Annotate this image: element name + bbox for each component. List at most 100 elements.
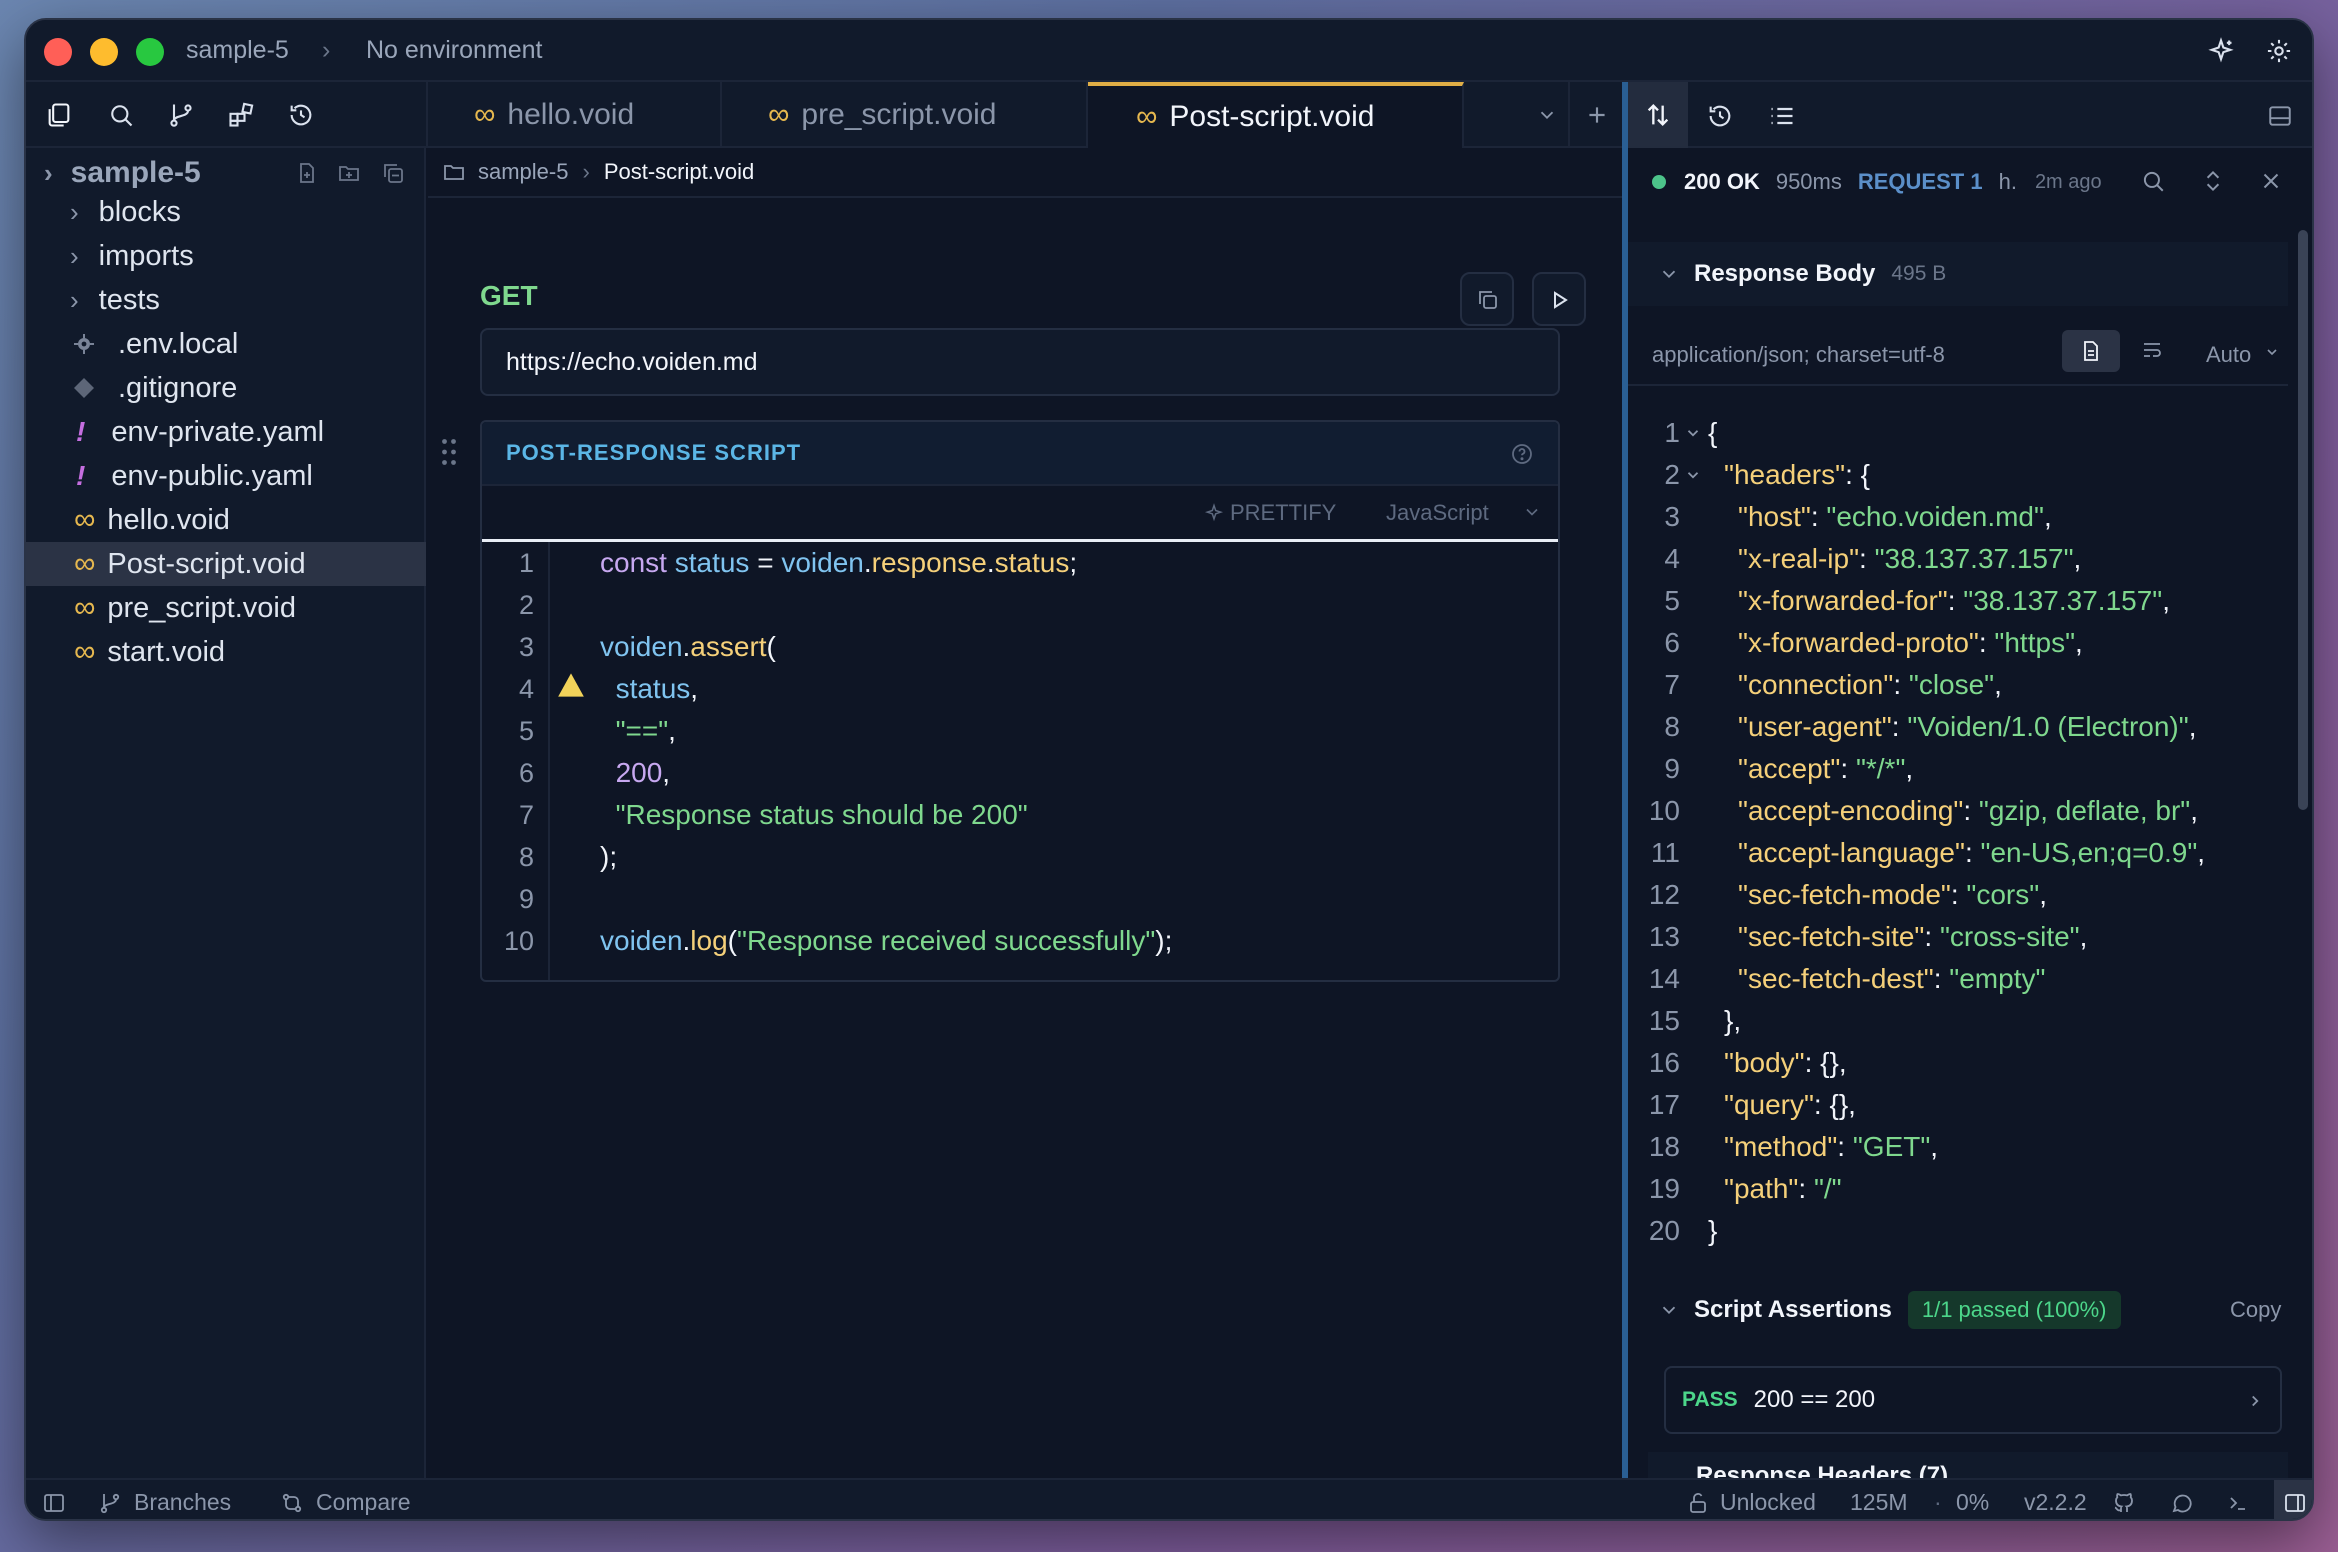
code-area[interactable]: const status = voiden.response.status; v… [482, 542, 1558, 980]
tab-pre-script-void[interactable]: ∞ pre_script.void [722, 82, 1088, 148]
github-icon[interactable] [2112, 1480, 2136, 1519]
sparkle-icon[interactable] [2204, 34, 2238, 68]
history-icon[interactable] [1700, 96, 1740, 136]
line-number: 11 [1650, 837, 1680, 868]
tree-item-label: .env.local [118, 327, 239, 360]
tree-folder-blocks[interactable]: › blocks [26, 190, 426, 234]
breadcrumb-file[interactable]: Post-script.void [604, 159, 754, 185]
tree-file-post-script-void[interactable]: ∞ Post-script.void [26, 542, 426, 586]
json-viewer[interactable]: 1 2 3 4 5 6 7 8 9 10 11 12 13 14 15 16 1… [1628, 412, 2288, 1312]
fold-chevron-icon[interactable] [1684, 424, 1702, 442]
void-file-icon: ∞ [74, 591, 95, 624]
json-line: "body": {}, [1724, 1047, 1847, 1078]
line-number: 13 [1648, 921, 1680, 952]
response-body-header[interactable]: Response Body 495 B [1628, 242, 2288, 306]
drag-handle-icon[interactable] [434, 432, 464, 472]
fold-chevron-icon[interactable] [1684, 466, 1702, 484]
new-tab-plus-icon[interactable] [1568, 82, 1624, 148]
chevron-right-icon: › [70, 196, 79, 227]
script-assertions-header[interactable]: Script Assertions 1/1 passed (100%) Copy [1628, 1278, 2288, 1342]
tree-item-label: start.void [107, 635, 226, 668]
tree-folder-imports[interactable]: › imports [26, 234, 426, 278]
settings-gear-icon[interactable] [2262, 34, 2296, 68]
json-line: "query": {}, [1724, 1089, 1856, 1120]
sidebar-toggle-icon[interactable] [42, 1480, 66, 1519]
sort-arrows-icon[interactable] [1628, 82, 1688, 148]
wrap-lines-icon[interactable] [2140, 338, 2164, 362]
tree-file-hello-void[interactable]: ∞ hello.void [26, 498, 426, 542]
maximize-window-button[interactable] [136, 38, 164, 66]
code-line: const status = voiden.response.status; [600, 547, 1078, 578]
extensions-icon[interactable] [222, 96, 260, 134]
json-line: "x-forwarded-for": "38.137.37.157", [1738, 585, 2171, 616]
editor-tab-bar: ∞ hello.void ∞ pre_script.void ∞ Post-sc… [426, 82, 1622, 148]
tree-file-pre-script-void[interactable]: ∞ pre_script.void [26, 586, 426, 630]
history-icon[interactable] [282, 96, 320, 134]
json-line: "path": "/" [1724, 1173, 1842, 1204]
branches-button[interactable]: Branches [98, 1480, 231, 1519]
close-icon[interactable] [2258, 168, 2284, 194]
right-panel-toggle-icon[interactable] [2274, 1480, 2312, 1519]
tree-item-label: env-public.yaml [111, 459, 313, 492]
git-branch-icon[interactable] [162, 96, 200, 134]
tabs-dropdown-chevron-icon[interactable] [1528, 96, 1566, 134]
line-number: 5 [1664, 585, 1680, 616]
format-selector[interactable]: Auto [2206, 342, 2251, 368]
response-headers-section[interactable]: Response Headers (7) [1648, 1452, 2288, 1478]
tree-folder-blocks[interactable] [26, 148, 426, 192]
url-input[interactable]: https://echo.voiden.md [480, 328, 1560, 396]
chevron-down-icon[interactable] [2264, 344, 2280, 360]
status-code: 200 OK [1684, 169, 1760, 194]
copy-assertions-button[interactable]: Copy [2230, 1297, 2281, 1323]
chevron-down-icon[interactable] [1522, 502, 1542, 522]
void-file-icon: ∞ [1136, 100, 1157, 133]
raw-view-document-icon[interactable] [2062, 330, 2120, 372]
folder-icon [442, 160, 466, 184]
close-window-button[interactable] [44, 38, 72, 66]
copy-request-button[interactable] [1460, 272, 1514, 326]
tab-hello-void[interactable]: ∞ hello.void [428, 82, 722, 148]
files-icon[interactable] [40, 96, 78, 134]
line-number: 2 [1664, 459, 1680, 490]
void-file-icon: ∞ [474, 98, 495, 131]
code-line: status, [615, 673, 699, 704]
send-request-button[interactable] [1532, 272, 1586, 326]
minimize-window-button[interactable] [90, 38, 118, 66]
tree-folder-tests[interactable]: › tests [26, 278, 426, 322]
project-name[interactable]: sample-5 [186, 36, 289, 65]
prettify-button[interactable]: PRETTIFY [1204, 500, 1336, 526]
response-scrollbar[interactable] [2298, 230, 2308, 810]
request-label[interactable]: REQUEST 1 [1858, 169, 1983, 195]
json-line: { [1708, 417, 1718, 448]
tree-item-label: env-private.yaml [111, 415, 325, 448]
tree-file-env-public-yaml[interactable]: ! env-public.yaml [26, 454, 426, 498]
tree-file-start-void[interactable]: ∞ start.void [26, 630, 426, 674]
list-icon[interactable] [1762, 96, 1802, 136]
tree-item-label: blocks [98, 195, 181, 228]
request-method[interactable]: GET [480, 280, 538, 312]
tree-file-env-private-yaml[interactable]: ! env-private.yaml [26, 410, 426, 454]
void-file-icon: ∞ [74, 503, 95, 536]
expand-collapse-icon[interactable] [2200, 168, 2226, 194]
terminal-icon[interactable] [2226, 1480, 2250, 1519]
compare-button[interactable]: Compare [280, 1480, 411, 1519]
search-icon[interactable] [2140, 168, 2166, 194]
environment-selector[interactable]: No environment [366, 36, 542, 65]
prettify-label: PRETTIFY [1230, 500, 1337, 525]
tab-label: hello.void [507, 98, 635, 131]
search-icon[interactable] [102, 96, 140, 134]
json-line: }, [1724, 1005, 1742, 1036]
breadcrumb-folder[interactable]: sample-5 [478, 159, 568, 185]
tab-post-script-void[interactable]: ∞ Post-script.void [1088, 82, 1464, 148]
help-circle-icon[interactable] [1506, 438, 1538, 470]
lock-status[interactable]: Unlocked [1686, 1480, 1816, 1519]
json-line: "accept-encoding": "gzip, deflate, br", [1738, 795, 2199, 826]
tree-file-env-local[interactable]: .env.local [26, 322, 426, 366]
assertion-result-row[interactable]: PASS 200 == 200 [1664, 1366, 2282, 1434]
chat-bubble-icon[interactable] [2170, 1480, 2194, 1519]
panel-layout-icon[interactable] [2260, 96, 2300, 136]
language-selector[interactable]: JavaScript [1386, 500, 1489, 526]
app-version[interactable]: v2.2.2 [2024, 1480, 2087, 1519]
tree-item-label: tests [98, 283, 160, 316]
tree-file-gitignore[interactable]: .gitignore [26, 366, 426, 410]
